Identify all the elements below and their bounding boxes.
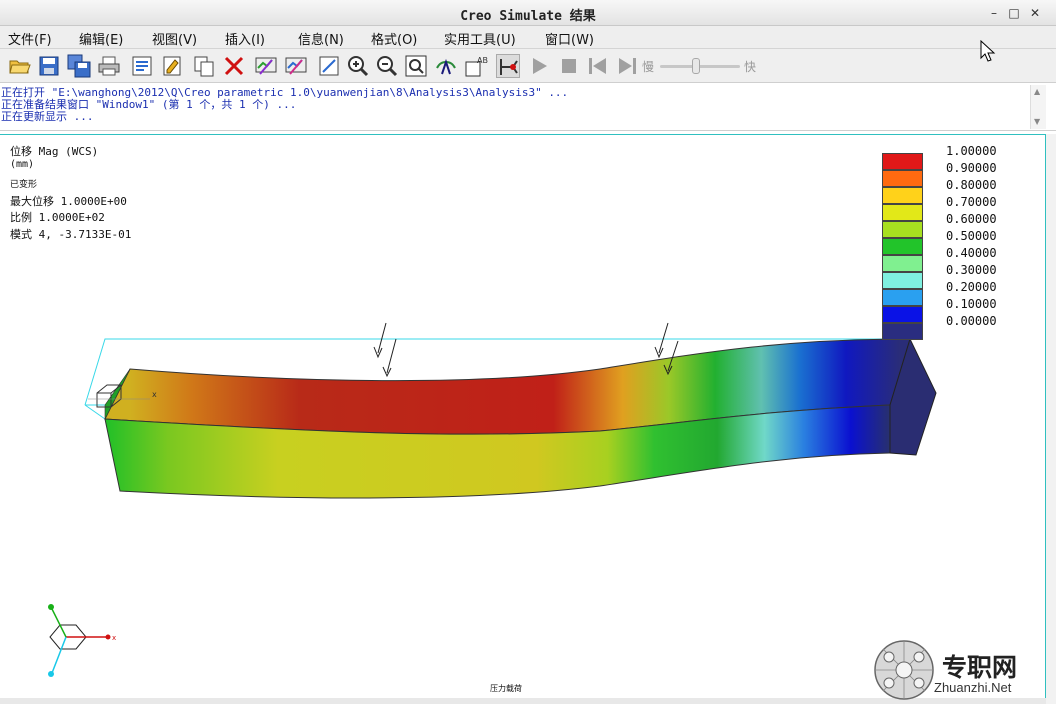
svg-text:AB: AB xyxy=(477,56,488,65)
result-mode: 模式 4, -3.7133E-01 xyxy=(10,228,132,241)
legend-value: 0.50000 xyxy=(946,229,997,243)
watermark-text: 专职网 xyxy=(942,653,1018,682)
save-all-icon[interactable] xyxy=(67,54,91,78)
speed-fast-label: 快 xyxy=(744,60,757,74)
legend-swatch xyxy=(882,289,923,306)
legend-swatch xyxy=(882,170,923,187)
zoom-window-icon[interactable] xyxy=(404,54,428,78)
legend-swatch xyxy=(882,221,923,238)
maximize-icon[interactable]: □ xyxy=(1004,3,1024,23)
menu-insert[interactable]: 插入(I) xyxy=(225,29,265,48)
menu-utilities[interactable]: 实用工具(U) xyxy=(444,29,516,48)
open-folder-icon[interactable] xyxy=(8,54,32,78)
spin-icon[interactable] xyxy=(434,54,458,78)
legend-swatch xyxy=(882,255,923,272)
speed-slow-label: 慢 xyxy=(642,60,655,74)
export-icon[interactable] xyxy=(130,54,154,78)
legend-value: 0.80000 xyxy=(946,178,997,192)
legend-value: 0.00000 xyxy=(946,314,997,328)
legend-swatch xyxy=(882,238,923,255)
refit-icon[interactable] xyxy=(317,54,341,78)
legend-value: 0.90000 xyxy=(946,161,997,175)
legend-swatch xyxy=(882,306,923,323)
legend-swatch xyxy=(882,187,923,204)
result-max-displacement: 最大位移 1.0000E+00 xyxy=(10,195,127,208)
minimize-icon[interactable]: – xyxy=(984,3,1004,23)
legend-value: 0.30000 xyxy=(946,263,997,277)
mouse-cursor-icon xyxy=(980,40,996,62)
legend-value: 0.20000 xyxy=(946,280,997,294)
result-quantity: 位移 Mag (WCS) xyxy=(10,145,99,158)
viewport-scrollbar[interactable] xyxy=(1046,134,1056,704)
message-scrollbar[interactable]: ▲ ▼ xyxy=(1030,85,1046,129)
results-viewport[interactable]: x x 位移 Mag (WCS) (mm) 已变形 最大位移 1.0000E+0… xyxy=(0,134,1046,698)
load-caption: 压力载荷 xyxy=(490,684,522,693)
watermark-logo-icon xyxy=(874,640,934,700)
close-icon[interactable]: ✕ xyxy=(1025,3,1045,23)
legend-value: 0.70000 xyxy=(946,195,997,209)
toolbar: AB 慢 快 xyxy=(0,49,1056,83)
legend-swatch xyxy=(882,272,923,289)
step-forward-icon[interactable] xyxy=(615,54,639,78)
result-scale: 比例 1.0000E+02 xyxy=(10,211,105,224)
result-deformed: 已变形 xyxy=(10,180,38,190)
legend-value: 1.00000 xyxy=(946,144,997,158)
menu-info[interactable]: 信息(N) xyxy=(298,29,344,48)
window-title: Creo Simulate 结果 xyxy=(460,9,596,24)
legend-value: 0.40000 xyxy=(946,246,997,260)
step-back-icon[interactable] xyxy=(586,54,610,78)
title-bar: Creo Simulate 结果 – □ ✕ xyxy=(0,0,1056,26)
legend-value: 0.10000 xyxy=(946,297,997,311)
edit-definition-icon[interactable] xyxy=(161,54,185,78)
zoom-out-icon[interactable] xyxy=(375,54,399,78)
legend-swatch xyxy=(882,323,923,340)
legend-value: 0.60000 xyxy=(946,212,997,226)
result-unit: (mm) xyxy=(10,159,35,170)
menu-window[interactable]: 窗口(W) xyxy=(545,29,594,48)
message-area: 正在打开 "E:\wanghong\2012\Q\Creo parametric… xyxy=(0,83,1056,131)
query-icon[interactable] xyxy=(496,54,520,78)
watermark-url: Zhuanzhi.Net xyxy=(934,680,1012,695)
delete-icon[interactable] xyxy=(222,54,246,78)
zoom-in-icon[interactable] xyxy=(346,54,370,78)
stop-icon[interactable] xyxy=(557,54,581,78)
legend-swatch xyxy=(882,153,923,170)
menu-view[interactable]: 视图(V) xyxy=(152,29,197,48)
axis-x-label: x xyxy=(112,634,116,642)
menu-bar: 文件(F) 编辑(E) 视图(V) 插入(I) 信息(N) 格式(O) 实用工具… xyxy=(0,26,1056,49)
menu-edit[interactable]: 编辑(E) xyxy=(79,29,123,48)
menu-file[interactable]: 文件(F) xyxy=(8,29,52,48)
print-icon[interactable] xyxy=(97,54,121,78)
menu-format[interactable]: 格式(O) xyxy=(371,29,417,48)
hide-icon[interactable] xyxy=(284,54,308,78)
save-icon[interactable] xyxy=(37,54,61,78)
annotation-icon[interactable]: AB xyxy=(464,54,488,78)
speed-slider-thumb[interactable] xyxy=(692,58,700,74)
scroll-up-icon[interactable]: ▲ xyxy=(1034,87,1040,96)
show-icon[interactable] xyxy=(254,54,278,78)
scroll-down-icon[interactable]: ▼ xyxy=(1034,117,1040,126)
svg-text:x: x xyxy=(152,390,157,399)
message-line: 正在更新显示 ... xyxy=(1,110,94,123)
speed-slider-track[interactable] xyxy=(660,65,740,68)
play-icon[interactable] xyxy=(527,54,551,78)
copy-icon[interactable] xyxy=(192,54,216,78)
legend-swatch xyxy=(882,204,923,221)
